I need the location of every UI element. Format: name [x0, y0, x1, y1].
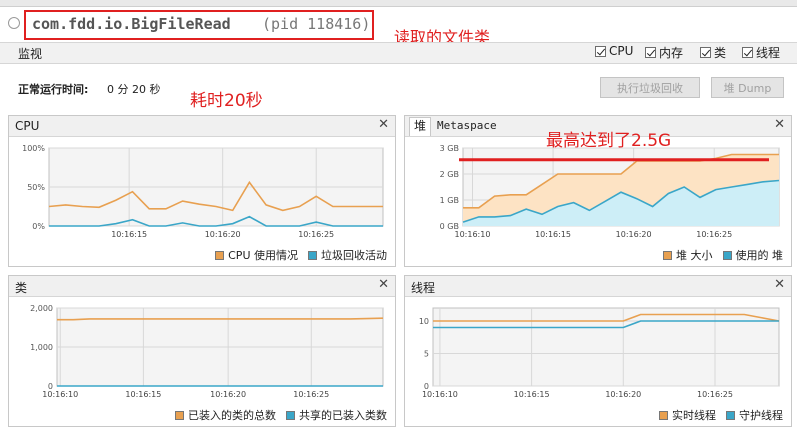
- x-tick-label: 10:16:25: [298, 230, 334, 239]
- heap-legend: 堆 大小 使用的 堆: [663, 247, 783, 263]
- uptime-label: 正常运行时间:: [18, 83, 89, 96]
- x-tick-label: 10:16:20: [210, 390, 246, 399]
- panel-title: CPU: [15, 119, 40, 133]
- y-tick-label: 3 GB: [440, 144, 459, 153]
- x-tick-label: 10:16:15: [111, 230, 147, 239]
- annotation-peak: 最高达到了2.5G: [546, 131, 672, 151]
- legend-label: 堆 大小: [676, 249, 713, 262]
- panel-header: 类 ✕: [9, 276, 395, 297]
- checkbox-label: 内存: [659, 46, 684, 60]
- legend-item: 使用的 堆: [722, 247, 784, 263]
- checkbox-check-icon: [742, 47, 753, 58]
- y-tick-label: 1 GB: [440, 196, 459, 205]
- x-tick-label: 10:16:25: [293, 390, 329, 399]
- classes-chart: 2,0001,000010:16:10 10:16:15 10:16:20 10:16…: [30, 304, 384, 399]
- legend-swatch: [286, 410, 295, 420]
- y-tick-label: 2 GB: [440, 170, 459, 179]
- x-tick-label: 10:16:15: [535, 230, 571, 239]
- close-icon[interactable]: ✕: [774, 277, 785, 292]
- monitor-label: 监视: [18, 47, 43, 61]
- legend-swatch: [726, 410, 735, 420]
- cpu-legend: CPU 使用情况 垃圾回收活动: [215, 247, 387, 263]
- x-tick-label: 10:16:20: [605, 390, 641, 399]
- checkbox-memory[interactable]: 内存: [645, 44, 683, 61]
- x-tick-label: 10:16:10: [422, 390, 458, 399]
- app-pid: (pid 118416): [262, 15, 371, 33]
- x-tick-label: 10:16:20: [616, 230, 652, 239]
- window-tab-strip: [0, 0, 797, 7]
- x-tick-label: 10:16:25: [697, 390, 733, 399]
- plot-area: [432, 307, 780, 387]
- legend-item: 垃圾回收活动: [308, 247, 387, 263]
- legend-label: 垃圾回收活动: [321, 249, 387, 262]
- close-icon[interactable]: ✕: [378, 117, 389, 132]
- legend-item: 守护线程: [726, 407, 783, 423]
- panel-title: 类: [15, 281, 28, 295]
- cpu-panel: CPU ✕ 100% 50% 0% 10:16:15 10:16:20 10:16:25 …: [8, 115, 396, 267]
- y-tick-label: 50%: [27, 183, 45, 192]
- threads-legend: 实时线程 守护线程: [659, 407, 783, 423]
- tab-metaspace[interactable]: Metaspace: [437, 119, 497, 132]
- app-class-name: com.fdd.io.BigFileRead: [32, 15, 231, 33]
- heap-chart: 3 GB2 GB1 GB0 GB10:16:10 10:16:15 10:16:20…: [440, 144, 780, 239]
- panel-header: CPU ✕: [9, 116, 395, 137]
- y-tick-label: 5: [424, 350, 429, 359]
- checkbox-check-icon: [595, 45, 606, 57]
- legend-swatch: [308, 250, 317, 260]
- close-icon[interactable]: ✕: [378, 277, 389, 292]
- checkbox-classes[interactable]: 类: [700, 44, 726, 61]
- legend-swatch: [215, 250, 225, 260]
- checkbox-label: CPU: [609, 44, 634, 58]
- checkbox-label: 线程: [756, 46, 781, 60]
- uptime-value: 0 分 20 秒: [107, 83, 161, 96]
- heap-dump-button[interactable]: 堆 Dump: [711, 77, 784, 98]
- x-tick-label: 10:16:25: [696, 230, 732, 239]
- checkbox-cpu[interactable]: CPU: [595, 44, 633, 58]
- checkbox-threads[interactable]: 线程: [742, 44, 780, 61]
- x-tick-label: 10:16:20: [205, 230, 241, 239]
- x-tick-label: 10:16:10: [42, 390, 78, 399]
- y-tick-label: 10: [419, 317, 429, 326]
- annotation-elapsed: 耗时20秒: [190, 91, 263, 111]
- legend-item: 堆 大小: [663, 247, 713, 263]
- gc-button[interactable]: 执行垃圾回收: [600, 77, 700, 98]
- x-tick-label: 10:16:15: [125, 390, 161, 399]
- threads-chart: 105010:16:10 10:16:15 10:16:20 10:16:25: [419, 307, 780, 399]
- legend-label: 使用的 堆: [735, 249, 784, 262]
- checkbox-check-icon: [645, 47, 656, 58]
- legend-swatch: [659, 410, 668, 420]
- classes-panel: 类 ✕ 2,000 1,000 0 10:16:10 10:16:15 10:16:20 1…: [8, 275, 396, 427]
- checkbox-label: 类: [714, 46, 727, 60]
- panel-title: 线程: [411, 281, 436, 295]
- legend-item: 实时线程: [659, 407, 716, 423]
- legend-item: 已装入的类的总数: [175, 407, 276, 423]
- legend-swatch: [722, 250, 732, 260]
- x-tick-label: 10:16:10: [455, 230, 491, 239]
- legend-item: CPU 使用情况: [215, 247, 298, 263]
- y-tick-label: 1,000: [30, 343, 53, 352]
- legend-label: 共享的已装入类数: [299, 409, 387, 422]
- legend-label: 实时线程: [672, 409, 716, 422]
- select-radio[interactable]: [8, 17, 20, 29]
- legend-swatch: [663, 250, 672, 260]
- checkbox-check-icon: [700, 47, 711, 58]
- threads-panel: 线程 ✕ 10 5 0 10:16:10 10:16:15 10:16:20 10:16:2…: [404, 275, 792, 427]
- legend-label: 守护线程: [739, 409, 783, 422]
- close-icon[interactable]: ✕: [774, 117, 785, 132]
- y-tick-label: 100%: [22, 144, 45, 153]
- classes-legend: 已装入的类的总数 共享的已装入类数: [175, 407, 387, 423]
- tab-heap[interactable]: 堆: [409, 117, 432, 136]
- y-tick-label: 0%: [32, 222, 45, 231]
- series-line: [57, 317, 384, 321]
- cpu-chart: 100% 50% 0% 10:16:15 10:16:20 10:16:25: [22, 144, 384, 239]
- x-tick-label: 10:16:15: [514, 390, 550, 399]
- panel-header: 线程 ✕: [405, 276, 791, 297]
- y-tick-label: 2,000: [30, 304, 53, 313]
- legend-label: CPU 使用情况: [228, 249, 298, 262]
- legend-item: 共享的已装入类数: [286, 407, 387, 423]
- legend-swatch: [175, 410, 184, 420]
- legend-label: 已装入的类的总数: [188, 409, 276, 422]
